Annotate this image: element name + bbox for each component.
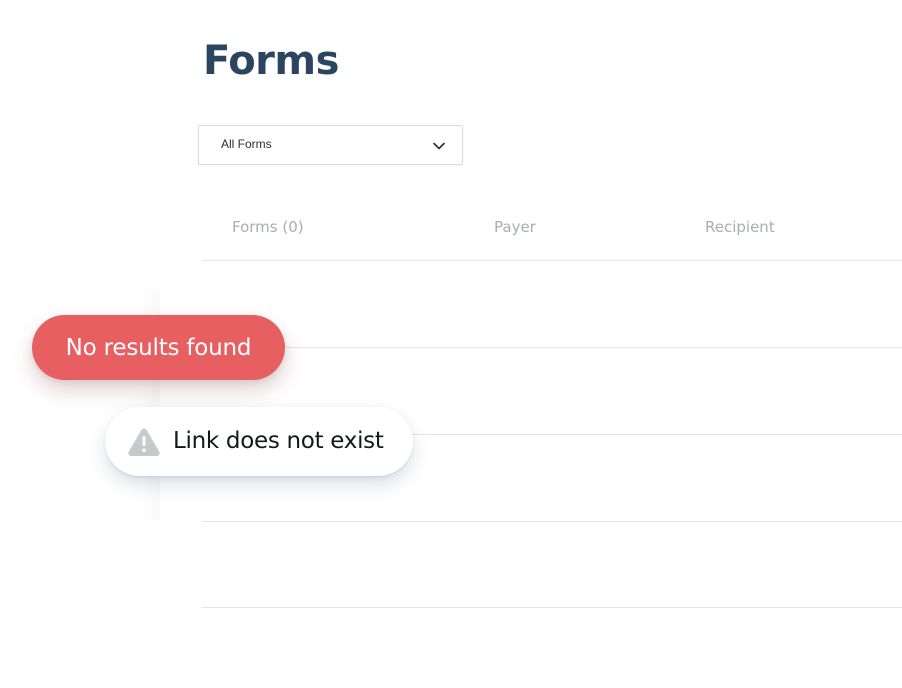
column-header-recipient[interactable]: Recipient bbox=[705, 218, 775, 236]
table-row bbox=[202, 261, 902, 347]
row-divider bbox=[202, 607, 902, 608]
forms-filter-select[interactable]: All Forms bbox=[198, 125, 463, 165]
table-row bbox=[202, 522, 902, 608]
chevron-down-icon bbox=[433, 142, 445, 150]
warning-toast: Link does not exist bbox=[105, 407, 413, 477]
column-header-forms[interactable]: Forms (0) bbox=[232, 218, 304, 236]
column-header-payer[interactable]: Payer bbox=[494, 218, 536, 236]
warning-toast-text: Link does not exist bbox=[173, 428, 384, 454]
error-toast-text: No results found bbox=[65, 334, 252, 361]
page-title: Forms bbox=[203, 38, 339, 84]
forms-filter-value: All Forms bbox=[221, 137, 272, 151]
error-toast: No results found bbox=[32, 315, 285, 380]
warning-icon bbox=[128, 428, 160, 456]
forms-page: Forms All Forms Forms (0) Payer Recipien… bbox=[0, 0, 902, 688]
table-header: Forms (0) Payer Recipient bbox=[202, 218, 902, 238]
